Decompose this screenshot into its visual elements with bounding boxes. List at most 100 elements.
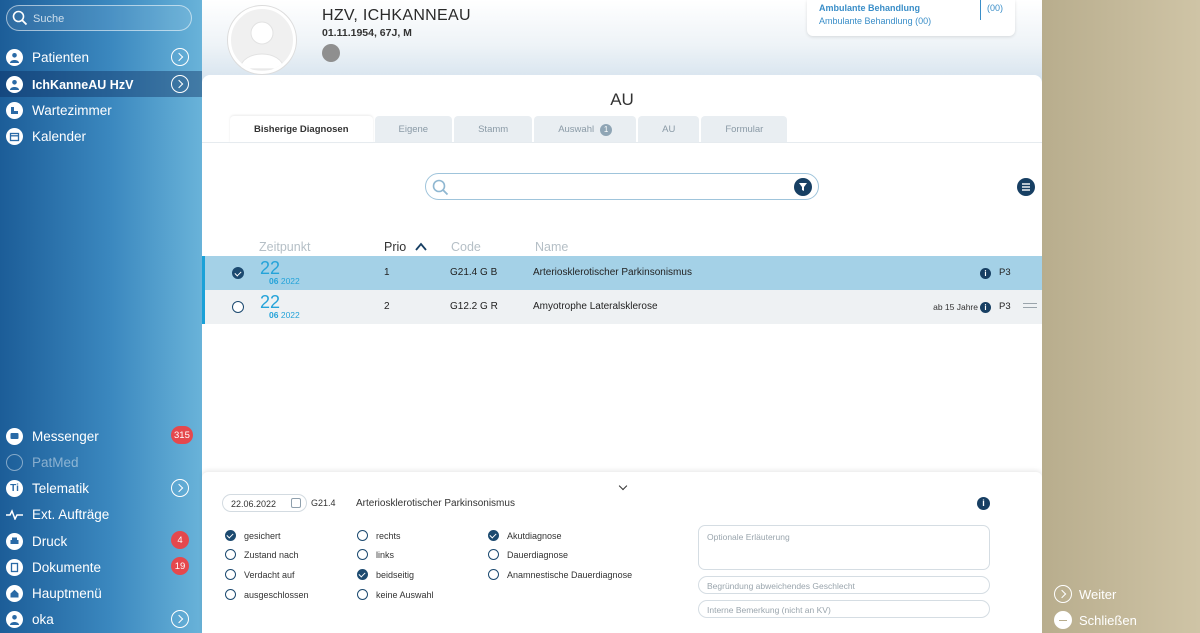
- row-p-code: P3: [999, 301, 1011, 312]
- table-row[interactable]: 22 06 2022 2 G12.2 G R Amyotrophe Latera…: [202, 290, 1042, 324]
- weiter-label: Weiter: [1079, 586, 1117, 602]
- radio-links[interactable]: links: [357, 548, 394, 561]
- row-code: G21.4 G B: [450, 267, 498, 278]
- sidebar-item-label: Druck: [32, 534, 68, 549]
- diagnosis-search-input[interactable]: [425, 173, 819, 200]
- tab-formular[interactable]: Formular: [701, 116, 788, 143]
- sidebar-item-hauptmenue[interactable]: Hauptmenü: [0, 580, 202, 606]
- chevron-right-icon[interactable]: [171, 479, 189, 497]
- radio-indicator: [488, 549, 499, 560]
- behandlung-panel[interactable]: Ambulante Behandlung Ambulante Behandlun…: [807, 0, 1015, 36]
- sidebar-item-label: Kalender: [32, 129, 87, 144]
- begruendung-input[interactable]: Begründung abweichendes Geschlecht: [698, 576, 990, 594]
- radio-akutdiagnose[interactable]: Akutdiagnose: [488, 529, 562, 542]
- calendar-icon[interactable]: [291, 498, 301, 508]
- chevron-down-icon[interactable]: [618, 481, 628, 491]
- document-icon: [6, 559, 23, 576]
- user-icon: [6, 611, 23, 628]
- radio-label: ausgeschlossen: [244, 589, 309, 600]
- sidebar-item-dokumente[interactable]: Dokumente 19: [0, 554, 202, 580]
- sidebar-item-ext-auftraege[interactable]: Ext. Aufträge: [0, 501, 202, 527]
- radio-zustand-nach[interactable]: Zustand nach: [225, 548, 299, 561]
- row-name: Arteriosklerotischer Parkinsonismus: [533, 267, 692, 278]
- radio-gesichert[interactable]: gesichert: [225, 529, 281, 542]
- chevron-right-icon: [1054, 585, 1072, 603]
- date-input[interactable]: 22.06.2022: [222, 494, 307, 512]
- info-icon[interactable]: i: [977, 497, 990, 510]
- sidebar-item-patmed[interactable]: PatMed: [0, 449, 202, 475]
- radio-indicator: [225, 530, 236, 541]
- radio-label: Akutdiagnose: [507, 530, 562, 541]
- tab-bisherige-diagnosen[interactable]: Bisherige Diagnosen: [230, 116, 373, 143]
- info-icon[interactable]: i: [980, 302, 991, 313]
- schliessen-button[interactable]: Schließen: [1054, 611, 1137, 629]
- column-code[interactable]: Code: [451, 240, 481, 254]
- radio-indicator: [357, 530, 368, 541]
- row-select-radio[interactable]: [232, 267, 244, 279]
- bemerkung-input[interactable]: Interne Bemerkung (nicht an KV): [698, 600, 990, 618]
- behandlung-title: Ambulante Behandlung: [819, 3, 920, 13]
- radio-indicator: [225, 569, 236, 580]
- row-select-radio[interactable]: [232, 301, 244, 313]
- right-action-panel: [1042, 0, 1200, 633]
- row-date-monthyear: 06 2022: [269, 276, 300, 286]
- sidebar-item-user[interactable]: oka: [0, 606, 202, 632]
- tab-bar: Bisherige Diagnosen Eigene Stamm Auswahl…: [230, 116, 789, 143]
- count-badge: 315: [171, 426, 193, 444]
- row-prio: 1: [384, 267, 390, 278]
- tab-label: Formular: [725, 124, 764, 135]
- sidebar-item-messenger[interactable]: Messenger 315: [0, 423, 202, 449]
- sidebar-item-ichkanneau-hzv[interactable]: IchKanneAU HzV: [0, 71, 202, 97]
- weiter-button[interactable]: Weiter: [1054, 585, 1116, 603]
- tab-label: Bisherige Diagnosen: [254, 124, 349, 135]
- radio-rechts[interactable]: rechts: [357, 529, 401, 542]
- radio-verdacht-auf[interactable]: Verdacht auf: [225, 568, 295, 581]
- sort-ascending-icon[interactable]: [415, 242, 427, 251]
- sidebar-item-label: Wartezimmer: [32, 103, 112, 118]
- list-view-icon[interactable]: [1017, 178, 1035, 196]
- radio-indicator: [225, 549, 236, 560]
- table-row[interactable]: 22 06 2022 1 G21.4 G B Arteriosklerotisc…: [202, 256, 1042, 290]
- schliessen-label: Schließen: [1079, 612, 1137, 628]
- search-icon: [432, 179, 449, 196]
- printer-icon: [6, 533, 23, 550]
- tab-stamm[interactable]: Stamm: [454, 116, 533, 143]
- column-prio[interactable]: Prio: [384, 240, 406, 254]
- radio-dauerdiagnose[interactable]: Dauerdiagnose: [488, 548, 568, 561]
- patient-avatar[interactable]: [228, 6, 296, 74]
- sidebar-item-kalender[interactable]: Kalender: [0, 123, 202, 149]
- chevron-right-icon[interactable]: [171, 48, 189, 66]
- column-zeitpunkt[interactable]: Zeitpunkt: [259, 240, 310, 254]
- radio-indicator: [357, 569, 368, 580]
- sidebar-item-wartezimmer[interactable]: Wartezimmer: [0, 97, 202, 123]
- sidebar-item-telematik[interactable]: Ti Telematik: [0, 475, 202, 501]
- filter-icon[interactable]: [794, 178, 812, 196]
- chevron-right-icon[interactable]: [171, 75, 189, 93]
- erlaeuterung-textarea[interactable]: Optionale Erläuterung: [698, 525, 990, 570]
- tab-auswahl[interactable]: Auswahl 1: [534, 116, 637, 143]
- drag-handle-icon[interactable]: [1023, 303, 1037, 308]
- row-date-year: 2022: [280, 310, 300, 320]
- search-placeholder: Suche: [33, 13, 65, 25]
- column-name[interactable]: Name: [535, 240, 568, 254]
- tab-eigene[interactable]: Eigene: [374, 116, 453, 143]
- sidebar-item-patienten[interactable]: Patienten: [0, 44, 202, 70]
- radio-ausgeschlossen[interactable]: ausgeschlossen: [225, 588, 309, 601]
- tab-label: Eigene: [398, 124, 429, 135]
- tab-au[interactable]: AU: [638, 116, 700, 143]
- date-value: 22.06.2022: [231, 499, 277, 509]
- sidebar-item-druck[interactable]: Druck 4: [0, 528, 202, 554]
- search-icon: [12, 10, 28, 26]
- sidebar-search-input[interactable]: Suche: [6, 5, 192, 31]
- radio-anamnestische-dauerdiagnose[interactable]: Anamnestische Dauerdiagnose: [488, 568, 632, 581]
- message-icon: [6, 428, 23, 445]
- info-icon[interactable]: i: [980, 268, 991, 279]
- radio-keine-auswahl[interactable]: keine Auswahl: [357, 588, 434, 601]
- radio-beidseitig[interactable]: beidseitig: [357, 568, 414, 581]
- patient-dob: 01.11.1954, 67J, M: [322, 27, 412, 39]
- chevron-right-icon[interactable]: [171, 610, 189, 628]
- divider: [980, 0, 981, 20]
- insurance-card-icon[interactable]: [322, 44, 340, 62]
- row-date-month: 06: [269, 276, 279, 286]
- detail-code: G21.4: [311, 498, 336, 508]
